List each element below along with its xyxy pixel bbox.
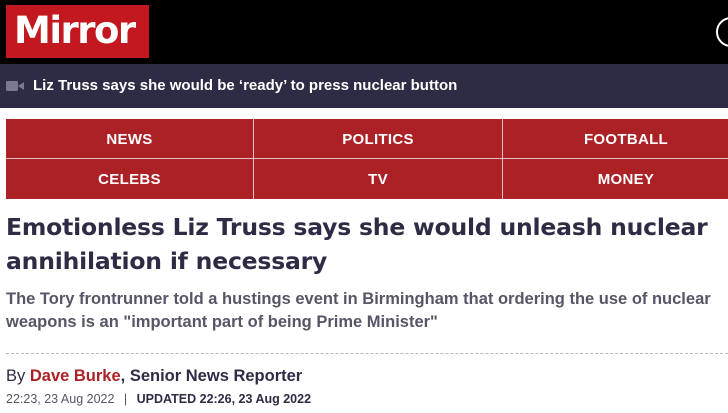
date-separator: |	[123, 392, 128, 406]
ticker-headline[interactable]: Liz Truss says she would be ‘ready’ to p…	[33, 76, 457, 96]
nav-item-tv[interactable]: TV	[254, 159, 502, 199]
article-headline: Emotionless Liz Truss says she would unl…	[6, 213, 708, 275]
nav-item-football[interactable]: FOOTBALL	[503, 119, 728, 159]
byline-divider	[6, 353, 728, 354]
nav-divider	[502, 119, 503, 199]
section-nav: NEWS POLITICS FOOTBALL CELEBS TV MONEY	[6, 119, 728, 199]
article-standfirst: The Tory frontrunner told a hustings eve…	[6, 290, 711, 331]
published-time: 22:23, 23 Aug 2022	[6, 392, 115, 406]
site-header: Mirror	[0, 0, 728, 64]
logo-text: Mirror	[14, 9, 136, 52]
byline: By Dave Burke, Senior News Reporter	[6, 366, 302, 386]
breaking-news-ticker[interactable]: Liz Truss says she would be ‘ready’ to p…	[0, 64, 728, 108]
byline-prefix: By	[6, 367, 26, 385]
nav-item-news[interactable]: NEWS	[6, 119, 253, 159]
article-dates: 22:23, 23 Aug 2022 | UPDATED 22:26, 23 A…	[6, 391, 311, 407]
nav-item-money[interactable]: MONEY	[503, 159, 728, 199]
menu-icon[interactable]	[716, 17, 728, 47]
nav-item-politics[interactable]: POLITICS	[254, 119, 502, 159]
nav-divider	[253, 119, 254, 199]
nav-item-celebs[interactable]: CELEBS	[6, 159, 253, 199]
author-link[interactable]: Dave Burke	[30, 367, 121, 385]
mirror-logo[interactable]: Mirror	[6, 5, 149, 58]
updated-time: UPDATED 22:26, 23 Aug 2022	[136, 392, 312, 406]
author-role: , Senior News Reporter	[120, 367, 303, 385]
nav-divider	[6, 158, 728, 159]
video-camera-icon	[6, 81, 24, 91]
